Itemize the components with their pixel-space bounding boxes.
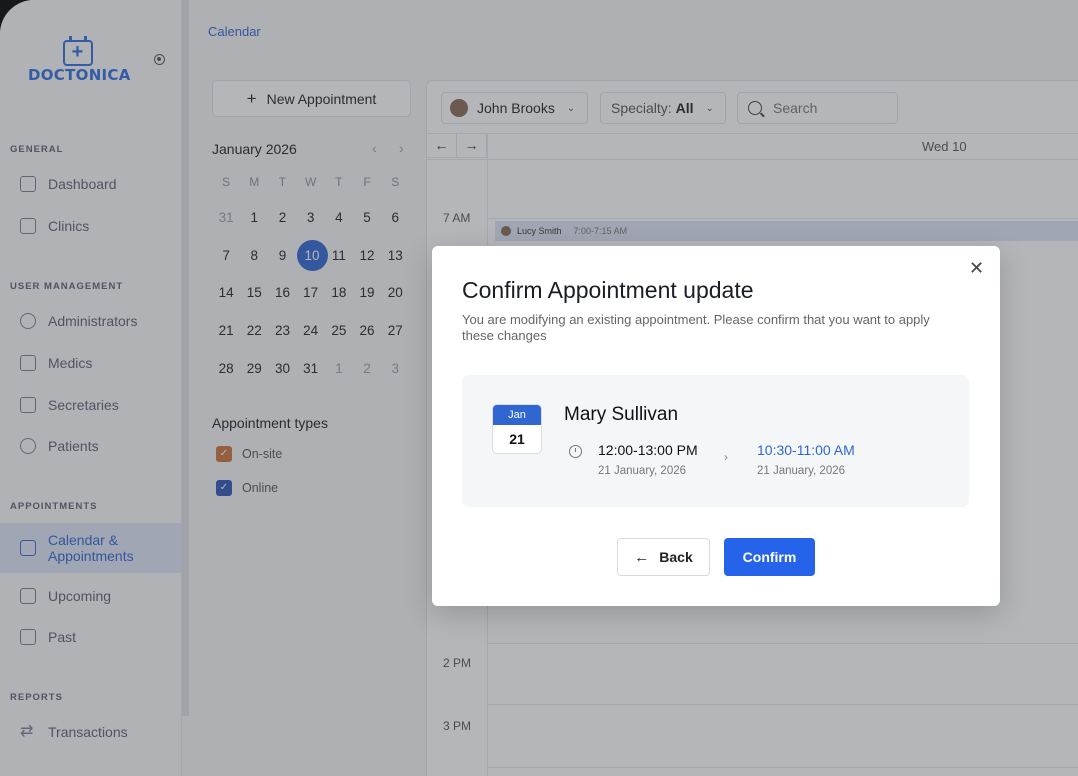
chevron-right-icon: › [724,450,728,464]
back-label: Back [659,549,693,565]
new-date: 21 January, 2026 [757,465,846,477]
confirm-label: Confirm [742,549,797,565]
old-date: 21 January, 2026 [598,465,687,477]
back-button[interactable]: ← Back [617,538,710,576]
confirm-dialog: ✕ Confirm Appointment update You are mod… [432,246,1000,606]
arrow-left-icon: ← [634,548,650,566]
date-badge: Jan 21 [492,404,542,454]
dialog-description: You are modifying an existing appointmen… [462,312,930,343]
old-time: 12:00-13:00 PM [598,442,698,458]
confirm-button[interactable]: Confirm [724,538,815,576]
date-badge-month: Jan [493,405,541,425]
patient-name: Mary Sullivan [564,404,679,425]
appointment-change-card: Jan 21 Mary Sullivan 12:00-13:00 PM 21 J… [462,375,969,507]
clock-icon [569,445,582,458]
dialog-title: Confirm Appointment update [462,277,754,303]
date-badge-day: 21 [509,431,525,447]
new-time: 10:30-11:00 AM [757,442,855,458]
close-icon[interactable]: ✕ [969,258,984,279]
